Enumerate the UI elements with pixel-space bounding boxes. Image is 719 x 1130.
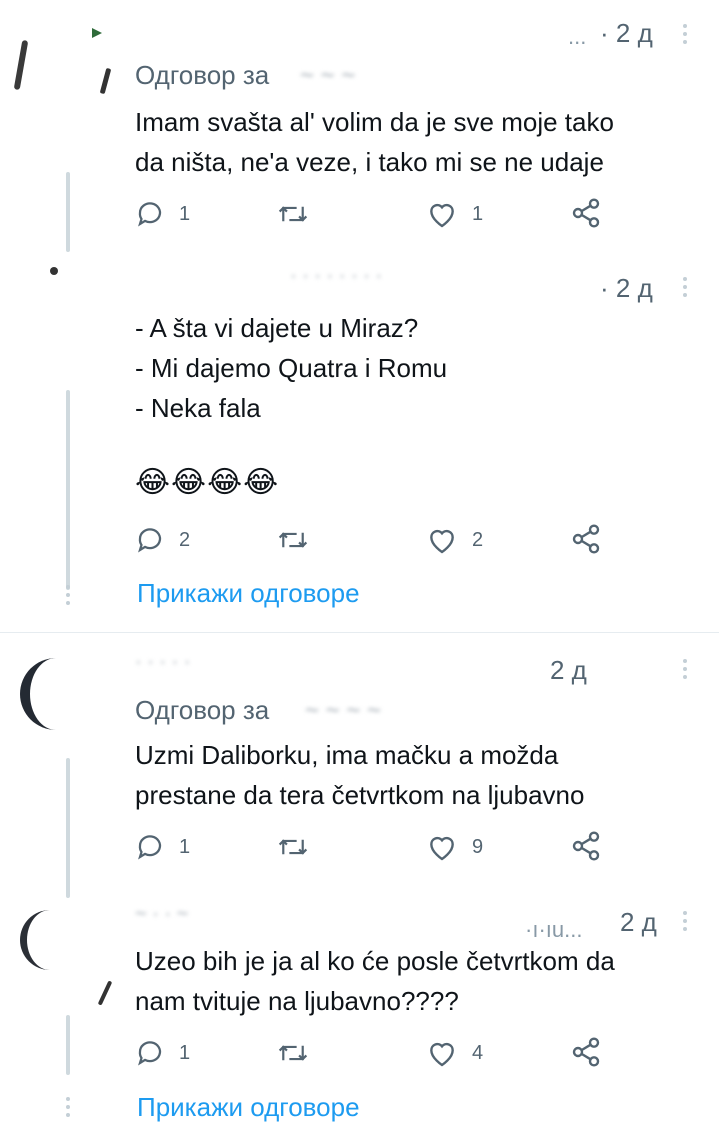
emoji-row: 😂😂😂😂 (135, 466, 280, 499)
avatar-fragment (92, 28, 102, 38)
like-button[interactable]: 4 (426, 1038, 483, 1068)
reply-button[interactable]: 1 (135, 199, 190, 229)
like-icon (430, 1042, 454, 1067)
share-icon (572, 831, 600, 861)
thread-line (66, 1015, 70, 1075)
tweet-2[interactable]: · · · · · · · · · 2 д - A šta vi dajete … (0, 245, 719, 630)
retweet-button[interactable] (276, 199, 310, 229)
avatar[interactable] (20, 658, 92, 730)
like-count: 2 (472, 528, 484, 551)
like-count: 1 (472, 202, 484, 225)
reply-button[interactable]: 2 (135, 525, 190, 555)
like-icon (430, 529, 454, 554)
thread-dots (66, 1097, 70, 1117)
thread-dots (66, 585, 70, 605)
tweet-text: Uzeo bih je ja al ko će posle četvrtkom … (135, 946, 615, 1016)
redacted-username: ~ · · ~ (135, 903, 189, 925)
tweet-1[interactable]: ... · 2 д Одговор за ~ ~ ~ Imam svašta a… (0, 0, 719, 252)
more-icon[interactable] (683, 911, 687, 931)
tweet-time: · 2 д (600, 273, 653, 303)
reply-icon (138, 1041, 162, 1066)
redacted-username: · · · · · · · · (290, 265, 383, 287)
like-button[interactable]: 1 (426, 199, 483, 229)
avatar[interactable] (20, 910, 80, 970)
reply-count: 1 (179, 202, 191, 225)
retweet-icon (278, 206, 308, 222)
share-button[interactable] (570, 523, 602, 555)
tweet-4[interactable]: ~ · · ~ ·ı·ıu... 2 д Uzeo bih je ja al k… (0, 895, 719, 1130)
like-icon (430, 836, 454, 861)
avatar-fragment (97, 980, 113, 1006)
reply-to-user[interactable]: ~ ~ ~ (300, 62, 355, 90)
retweet-button[interactable] (276, 832, 310, 862)
reply-to-label: Одговор за (135, 60, 270, 90)
share-button[interactable] (570, 197, 602, 229)
avatar[interactable] (13, 39, 29, 91)
share-icon (572, 524, 600, 554)
show-replies-link[interactable]: Прикажи одговоре (137, 1092, 360, 1123)
tweet-text: Uzmi Daliborku, ima mačku a možda presta… (135, 740, 585, 810)
tweet-time: · 2 д (600, 18, 653, 48)
share-icon (572, 1037, 600, 1067)
like-button[interactable]: 2 (426, 525, 483, 555)
retweet-icon (278, 532, 308, 548)
share-button[interactable] (570, 1036, 602, 1068)
reply-to-user[interactable]: ~ ~ ~ ~ (305, 697, 381, 725)
like-icon (430, 203, 454, 228)
reply-icon (138, 528, 162, 553)
reply-icon (138, 202, 162, 227)
more-icon[interactable] (683, 659, 687, 679)
tweet-text: - A šta vi dajete u Miraz? - Mi dajemo Q… (135, 313, 448, 423)
more-icon[interactable] (683, 24, 687, 44)
reply-count: 1 (179, 835, 191, 858)
tweet-time: 2 д (550, 655, 587, 685)
tweet-time: 2 д (620, 907, 657, 937)
retweet-icon (278, 839, 308, 855)
truncated-name: ... (568, 24, 587, 49)
reply-count: 1 (179, 1041, 191, 1064)
like-count: 9 (472, 835, 484, 858)
reply-count: 2 (179, 528, 191, 551)
more-icon[interactable] (683, 277, 687, 297)
show-replies-link[interactable]: Прикажи одговоре (137, 578, 360, 609)
thread-line (66, 172, 70, 252)
like-count: 4 (472, 1041, 484, 1064)
retweet-button[interactable] (276, 1038, 310, 1068)
retweet-button[interactable] (276, 525, 310, 555)
share-icon (572, 198, 600, 228)
like-button[interactable]: 9 (426, 832, 483, 862)
avatar-fragment (99, 67, 112, 95)
reply-to-label: Одговор за (135, 695, 270, 725)
reply-button[interactable]: 1 (135, 832, 190, 862)
thread-line (66, 758, 70, 898)
thread-line (66, 390, 70, 590)
retweet-icon (278, 1045, 308, 1061)
truncated-name: ·ı·ıu... (525, 917, 583, 942)
tweet-3[interactable]: · · · · · 2 д Одговор за ~ ~ ~ ~ Uzmi Da… (0, 633, 719, 898)
reply-icon (138, 835, 162, 860)
redacted-username: · · · · · (135, 651, 191, 673)
reply-button[interactable]: 1 (135, 1038, 190, 1068)
tweet-text: Imam svašta al' volim da je sve moje tak… (135, 107, 614, 177)
avatar-fragment (50, 267, 58, 275)
share-button[interactable] (570, 830, 602, 862)
